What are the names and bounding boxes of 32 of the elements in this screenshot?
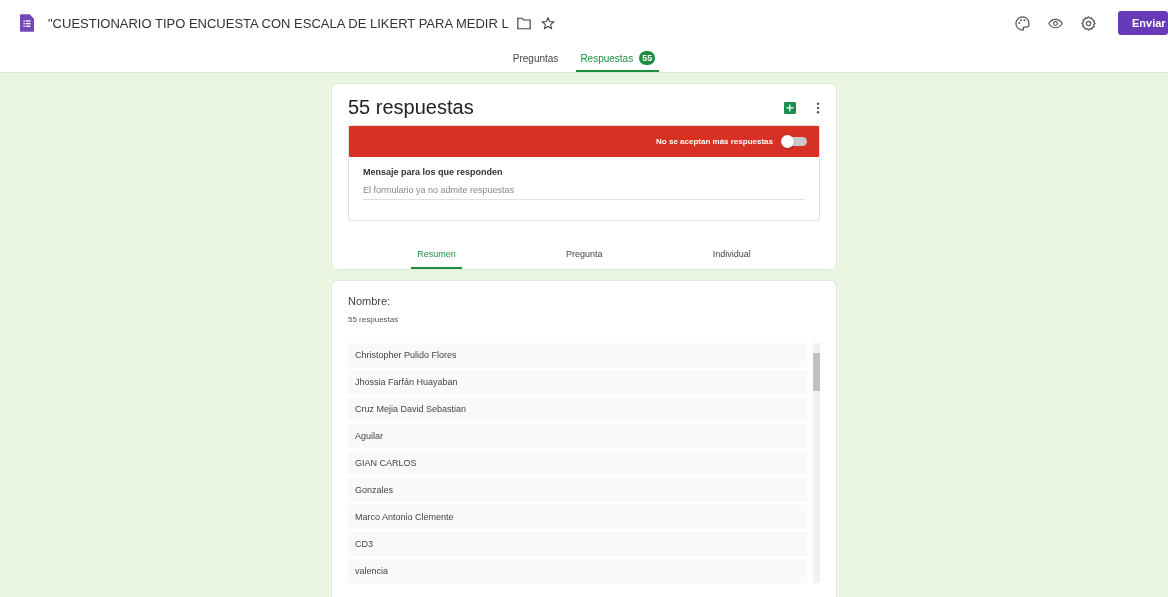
message-label: Mensaje para los que responden: [363, 167, 504, 177]
answer-row: Aguilar: [348, 424, 807, 448]
star-icon[interactable]: [540, 16, 555, 30]
scrollbar[interactable]: [813, 343, 820, 583]
forms-logo-icon[interactable]: [20, 14, 34, 32]
form-title[interactable]: "CUESTIONARIO TIPO ENCUESTA CON ESCALA DE LIKERT PARA MEDIR L: [48, 15, 509, 31]
view-tab[interactable]: Pregunta: [559, 249, 609, 269]
view-tab[interactable]: Resumen: [411, 249, 462, 269]
question-title: Nombre:: [348, 295, 392, 307]
answer-row: Marco Antonio Clemente: [348, 505, 807, 529]
palette-icon[interactable]: [1015, 15, 1030, 31]
answer-row: Jhossia Farfán Huayaban: [348, 370, 807, 394]
page-tab[interactable]: Preguntas: [508, 46, 563, 72]
accepting-responses-toggle[interactable]: [783, 137, 807, 146]
banner-label: No se aceptan más respuestas: [656, 137, 773, 146]
answer-row: Gonzales: [348, 478, 807, 502]
page-tab[interactable]: Respuestas 55: [576, 46, 660, 72]
responses-count-title: 55 respuestas: [348, 96, 475, 119]
message-field[interactable]: El formulario ya no admite respuestas: [363, 185, 805, 200]
spreadsheet-icon[interactable]: [784, 101, 796, 114]
response-count: 55 respuestas: [348, 315, 399, 324]
answer-row: GIAN CARLOS: [348, 451, 807, 475]
answer-row: Christopher Pulido Flores: [348, 343, 807, 367]
settings-icon[interactable]: [1081, 15, 1096, 31]
more-options-icon[interactable]: [816, 101, 820, 114]
send-button[interactable]: Enviar: [1118, 11, 1168, 35]
folder-icon[interactable]: [516, 16, 531, 30]
count-badge: 55: [639, 51, 656, 65]
answer-row: valencia: [348, 559, 807, 583]
answer-row: CD3: [348, 532, 807, 556]
answer-row: Cruz Mejia David Sebastian: [348, 397, 807, 421]
view-tab[interactable]: Individual: [706, 249, 757, 269]
